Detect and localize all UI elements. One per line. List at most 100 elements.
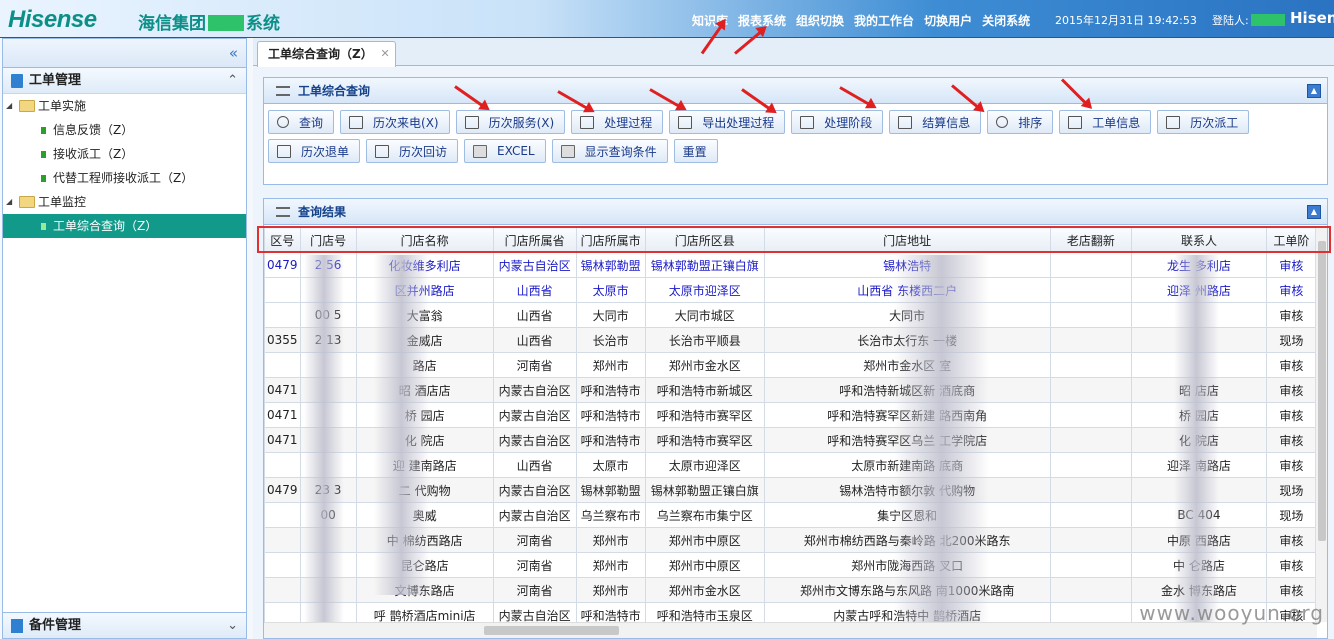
nav-switch-user[interactable]: 切换用户: [924, 12, 972, 29]
table-cell: 审核: [1265, 377, 1317, 403]
system-name-prefix: 海信集团: [138, 14, 206, 34]
section-work-order-management[interactable]: 工单管理 ⌃: [3, 68, 246, 94]
tree-item-feedback[interactable]: 信息反馈（Z）: [3, 118, 246, 142]
table-cell: 山西省: [492, 452, 577, 478]
table-cell: 审核: [1265, 427, 1317, 453]
query-button-9[interactable]: 历次派工: [1157, 110, 1250, 134]
table-cell: 审核: [1265, 352, 1317, 378]
redacted-block: [208, 15, 244, 31]
column-header[interactable]: 门店地址: [763, 227, 1051, 253]
scroll-thumb[interactable]: [1318, 241, 1326, 541]
table-cell: [299, 352, 357, 378]
column-header[interactable]: 工单阶: [1265, 227, 1317, 253]
table-row[interactable]: 00 5 大富翁 山西省 大同市 大同市城区 大同市 审核: [264, 302, 1317, 328]
table-cell: [264, 452, 301, 478]
nav-close-system[interactable]: 关闭系统: [982, 12, 1030, 29]
query-button-7[interactable]: 排序: [987, 110, 1054, 134]
column-header[interactable]: 门店所区县: [644, 227, 765, 253]
nav-knowledge-base[interactable]: 知识库: [692, 12, 728, 29]
section-spare-parts[interactable]: 备件管理 ⌄: [3, 612, 246, 638]
column-header[interactable]: 门店号: [299, 227, 357, 253]
table-cell: 二 代购物: [355, 477, 494, 503]
table-cell: 太原市: [575, 452, 646, 478]
column-header[interactable]: 门店所属市: [575, 227, 646, 253]
table-row[interactable]: 昆仑路店 河南省 郑州市 郑州市中原区 郑州市陇海西路 叉口 中 仑路店 审核: [264, 552, 1317, 578]
table-row[interactable]: 区并州路店 山西省 太原市 太原市迎泽区 山西省 东楼西二户 迎泽 州路店 审核: [264, 277, 1317, 303]
table-cell: 昭 店店: [1131, 377, 1267, 403]
tree-item-combined-query[interactable]: 工单综合查询（Z）: [3, 214, 246, 238]
table-cell: [264, 277, 301, 303]
leaf-icon: [41, 151, 46, 158]
query-button-2[interactable]: 历次服务(X): [455, 110, 566, 134]
nav-report-system[interactable]: 报表系统: [738, 12, 786, 29]
column-header[interactable]: 区号: [264, 227, 301, 253]
scroll-thumb[interactable]: [484, 626, 619, 635]
query-button-4[interactable]: 导出处理过程: [669, 110, 786, 134]
table-cell: 内蒙古自治区: [492, 427, 577, 453]
query-button-8[interactable]: 工单信息: [1059, 110, 1152, 134]
table-row[interactable]: 路店 河南省 郑州市 郑州市金水区 郑州市金水区 室 审核: [264, 352, 1317, 378]
tree-item-label: 代替工程师接收派工（Z）: [53, 171, 194, 185]
tree-group-implementation[interactable]: ◢ 工单实施: [3, 94, 246, 118]
table-cell: 乌兰察布市集宁区: [644, 502, 765, 528]
table-cell: 审核: [1265, 402, 1317, 428]
table-cell: 太原市: [575, 277, 646, 303]
table-cell: [264, 527, 301, 553]
query-button-11[interactable]: 历次回访: [366, 139, 459, 163]
book-icon: [11, 619, 23, 633]
chevron-down-icon[interactable]: ⌄: [227, 613, 238, 639]
table-row[interactable]: 0471 昭 酒店店 内蒙古自治区 呼和浩特市 呼和浩特市新城区 呼和浩特新城区新 酒底商…: [264, 377, 1317, 403]
table-row[interactable]: 文博东路店 河南省 郑州市 郑州市金水区 郑州市文博东路与东风路 南1000米路南 金水 …: [264, 577, 1317, 603]
table-cell: 呼和浩特市赛罕区: [644, 427, 765, 453]
collapse-sidebar-icon[interactable]: «: [229, 44, 238, 62]
table-cell: 郑州市金水区: [644, 352, 765, 378]
table-cell: 现场: [1265, 477, 1317, 503]
expand-triangle-icon[interactable]: ◢: [6, 190, 12, 214]
table-cell: 内蒙古自治区: [492, 252, 577, 278]
table-row[interactable]: 0355 2 13 金威店 山西省 长治市 长治市平顺县 长治市太行东 一楼 现场: [264, 327, 1317, 353]
tree-group-monitoring[interactable]: ◢ 工单监控: [3, 190, 246, 214]
table-row[interactable]: 00 奥威 内蒙古自治区 乌兰察布市 乌兰察布市集宁区 集宁区恩和 BC 404 现场: [264, 502, 1317, 528]
query-button-0[interactable]: 查询: [268, 110, 335, 134]
table-row[interactable]: 迎 建南路店 山西省 太原市 太原市迎泽区 太原市新建南路 底商 迎泽 南路店 审核: [264, 452, 1317, 478]
tab-combined-query[interactable]: 工单综合查询（Z） ✕: [257, 41, 396, 67]
column-header[interactable]: 联系人: [1131, 227, 1267, 253]
query-button-3[interactable]: 处理过程: [571, 110, 664, 134]
nav-org-switch[interactable]: 组织切换: [796, 12, 844, 29]
table-row[interactable]: 0471 化 院店 内蒙古自治区 呼和浩特市 呼和浩特市赛罕区 呼和浩特赛罕区乌兰 工学院…: [264, 427, 1317, 453]
table-row[interactable]: 0471 桥 园店 内蒙古自治区 呼和浩特市 呼和浩特市赛罕区 呼和浩特赛罕区新建 路西南…: [264, 402, 1317, 428]
table-cell: 郑州市文博东路与东风路 南1000米路南: [763, 577, 1051, 603]
table-cell: 呼 鹊桥酒店mini店: [355, 602, 494, 622]
chevron-up-icon[interactable]: ⌃: [227, 68, 238, 94]
column-header[interactable]: 老店翻新: [1049, 227, 1133, 253]
query-button-1[interactable]: 历次来电(X): [340, 110, 450, 134]
tree-item-label: 信息反馈（Z）: [53, 123, 134, 137]
query-button-5[interactable]: 处理阶段: [791, 110, 884, 134]
query-button-6[interactable]: 结算信息: [889, 110, 982, 134]
table-cell: 呼和浩特市赛罕区: [644, 402, 765, 428]
table-cell: 迎 建南路店: [355, 452, 494, 478]
table-cell: 0471: [264, 427, 301, 453]
expand-triangle-icon[interactable]: ◢: [6, 94, 12, 118]
column-header[interactable]: 门店名称: [355, 227, 494, 253]
collapse-panel-icon[interactable]: ▲: [1307, 84, 1321, 98]
column-header[interactable]: 门店所属省: [492, 227, 577, 253]
query-button-10[interactable]: 历次退单: [268, 139, 361, 163]
query-button-13[interactable]: 显示查询条件: [551, 139, 668, 163]
table-cell: 内蒙古自治区: [492, 402, 577, 428]
table-row[interactable]: 0479 23 3二 代购物 内蒙古自治区 锡林郭勒盟 锡林郭勒盟正镶白旗 锡林浩特市额尔…: [264, 477, 1317, 503]
table-cell: 0355: [264, 327, 301, 353]
query-button-14[interactable]: 重置: [673, 139, 718, 163]
leaf-icon: [41, 127, 46, 134]
tree-item-proxy-receive[interactable]: 代替工程师接收派工（Z）: [3, 166, 246, 190]
table-row[interactable]: 中 棉纺西路店 河南省 郑州市 郑州市中原区 郑州市棉纺西路与秦岭路 北200米路东 中原…: [264, 527, 1317, 553]
table-cell: 河南省: [492, 527, 577, 553]
tree-item-receive-dispatch[interactable]: 接收派工（Z）: [3, 142, 246, 166]
nav-my-workbench[interactable]: 我的工作台: [854, 12, 914, 29]
collapse-panel-icon[interactable]: ▲: [1307, 205, 1321, 219]
vertical-scrollbar[interactable]: [1315, 227, 1327, 622]
table-row[interactable]: 0479 2 56 化妆维多利店 内蒙古自治区 锡林郭勒盟 锡林郭勒盟正镶白旗 锡林浩特 龙生…: [264, 252, 1317, 278]
close-tab-icon[interactable]: ✕: [380, 42, 389, 66]
query-button-12[interactable]: EXCEL: [464, 139, 546, 163]
table-cell: 审核: [1265, 527, 1317, 553]
